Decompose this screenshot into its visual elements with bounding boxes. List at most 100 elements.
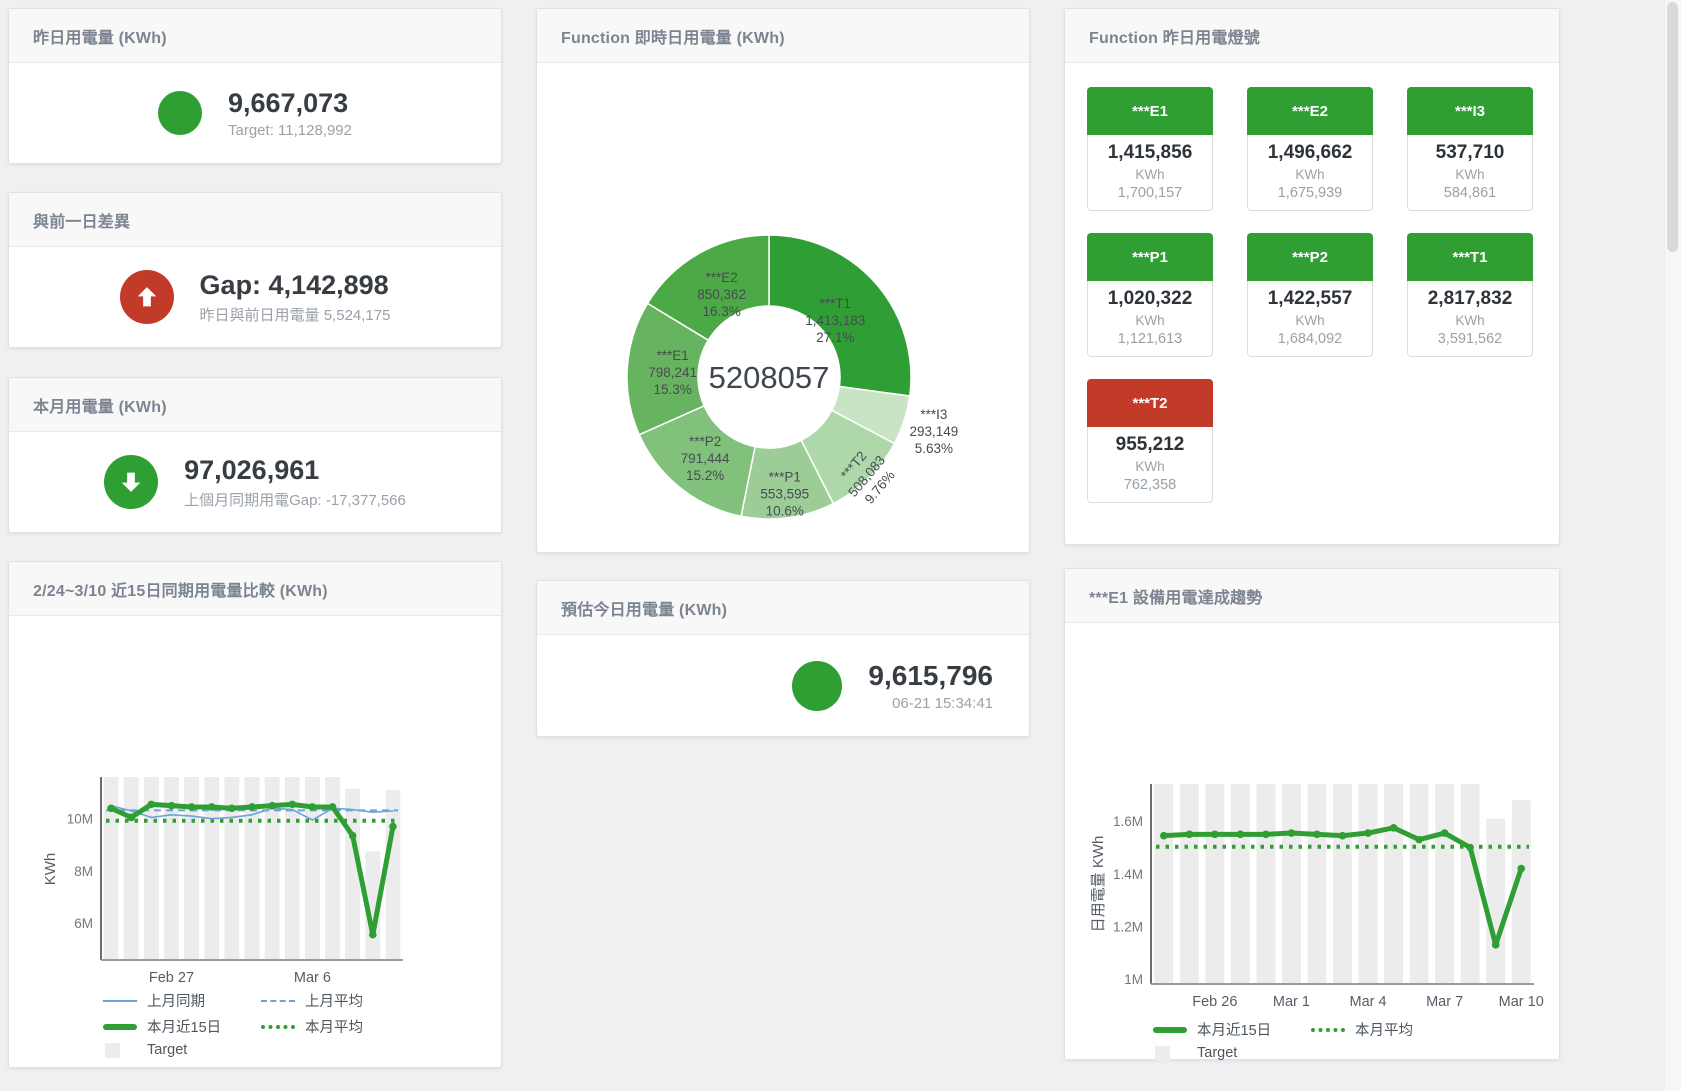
target-bar [1333,784,1352,984]
svg-text:Mar 7: Mar 7 [1426,994,1463,1010]
legend-label: 本月平均 [1355,1019,1413,1040]
panel-header: ***E1 設備用電達成趨勢 [1065,569,1559,623]
legend-swatch-gray-box [105,1043,120,1058]
data-point[interactable] [1364,829,1372,837]
data-point[interactable] [1441,829,1449,837]
y-axis-label: 日用電量 KWh [1090,836,1107,933]
legend-item[interactable]: Target [1153,1045,1311,1061]
y-axis-label: KWh [42,853,59,886]
legend-item[interactable]: Target [103,1042,261,1058]
device-tile-value: 1,496,662 [1248,142,1372,164]
chart-legend: 上月同期 上月平均本月近15日 本月平均 Target [103,990,431,1058]
data-point[interactable] [1390,824,1398,832]
panel-header: Function 昨日用電燈號 [1065,9,1559,63]
data-point[interactable] [1517,865,1525,873]
data-point[interactable] [107,804,115,812]
panel-e1-trend: ***E1 設備用電達成趨勢 1M1.2M1.4M1.6MFeb 26Mar 1… [1064,568,1560,1060]
data-point[interactable] [1262,831,1270,839]
data-point[interactable] [127,814,135,822]
panel-day-gap: 與前一日差異 Gap: 4,142,898 昨日與前日用電量 5,524,175 [8,192,502,348]
legend-item[interactable]: 上月同期 [103,990,261,1011]
data-point[interactable] [148,801,156,809]
device-tile-label: ***E2 [1247,87,1373,135]
data-point[interactable] [1415,836,1423,844]
indicator-tile-grid: ***E1 1,415,856 KWh 1,700,157 ***E2 1,49… [1065,63,1559,503]
panel-header: 與前一日差異 [9,193,501,247]
target-bar [1384,784,1403,984]
svg-text:Mar 4: Mar 4 [1349,994,1386,1010]
device-tile-unit: KWh [1408,313,1532,328]
stat-row: 9,667,073 Target: 11,128,992 [9,63,501,163]
target-bar [1435,784,1454,984]
data-point[interactable] [228,804,236,812]
device-tile[interactable]: ***E2 1,496,662 KWh 1,675,939 [1247,87,1373,211]
legend-item[interactable]: 本月平均 [1311,1019,1481,1040]
legend-item[interactable]: 本月近15日 [1153,1019,1311,1040]
trend-chart: 1M1.2M1.4M1.6MFeb 26Mar 1Mar 4Mar 7Mar 1… [1065,623,1559,1015]
legend-label: 上月平均 [305,990,363,1011]
scrollbar-thumb[interactable] [1667,2,1678,252]
legend-item[interactable]: 本月近15日 [103,1016,261,1037]
data-point[interactable] [1237,831,1245,839]
target-bar [1256,784,1275,984]
data-point[interactable] [369,931,377,939]
device-tile[interactable]: ***T2 955,212 KWh 762,358 [1087,379,1213,503]
compare-chart: 6M8M10MFeb 27Mar 6KWh [9,616,501,988]
device-tile-label: ***P2 [1247,233,1373,281]
legend-label: 上月同期 [147,990,205,1011]
target-bar [1205,784,1224,984]
chart-legend: 本月近15日 本月平均 Target [1153,1019,1481,1061]
device-tile-value: 1,415,856 [1088,142,1212,164]
data-point[interactable] [1160,832,1168,840]
data-point[interactable] [309,803,317,811]
data-point[interactable] [1288,829,1296,837]
device-tile[interactable]: ***P1 1,020,322 KWh 1,121,613 [1087,233,1213,357]
data-point[interactable] [1466,844,1474,852]
device-tile-value: 2,817,832 [1408,288,1532,310]
data-point[interactable] [1211,831,1219,839]
legend-swatch-green-line [1153,1027,1187,1033]
legend-label: 本月近15日 [147,1016,221,1037]
data-point[interactable] [208,803,216,811]
data-point[interactable] [349,832,357,840]
device-tile-target: 1,684,092 [1248,331,1372,347]
data-point[interactable] [288,801,296,809]
target-bar [1308,784,1327,984]
target-bar [385,790,400,960]
data-point[interactable] [1339,832,1347,840]
device-tile-value: 1,020,322 [1088,288,1212,310]
data-point[interactable] [268,802,276,810]
device-tile[interactable]: ***E1 1,415,856 KWh 1,700,157 [1087,87,1213,211]
device-tile[interactable]: ***I3 537,710 KWh 584,861 [1407,87,1533,211]
panel-title: 2/24~3/10 近15日同期用電量比較 (KWh) [33,577,328,601]
target-bar [124,777,139,960]
data-point[interactable] [1313,831,1321,839]
data-point[interactable] [168,802,176,810]
arrow-up-circle-icon [120,270,174,324]
page-scrollbar[interactable] [1664,0,1681,1091]
legend-item[interactable]: 上月平均 [261,990,431,1011]
svg-text:Feb 27: Feb 27 [149,970,194,986]
device-tile-unit: KWh [1248,167,1372,182]
panel-yesterday-usage: 昨日用電量 (KWh) 9,667,073 Target: 11,128,992 [8,8,502,164]
svg-text:Mar 6: Mar 6 [294,970,331,986]
data-point[interactable] [248,803,256,811]
data-point[interactable] [188,803,196,811]
legend-item[interactable]: 本月平均 [261,1016,431,1037]
target-bar [104,777,119,960]
donut-center-total: 5208057 [709,360,830,395]
device-tile[interactable]: ***T1 2,817,832 KWh 3,591,562 [1407,233,1533,357]
data-point[interactable] [389,823,397,831]
panel-realtime-donut: Function 即時日用電量 (KWh) ***T11,413,18327.1… [536,8,1030,553]
device-tile-target: 762,358 [1088,477,1212,493]
target-bar [224,777,239,960]
device-tile[interactable]: ***P2 1,422,557 KWh 1,684,092 [1247,233,1373,357]
stat-value: 9,615,796 [868,660,993,692]
legend-label: 本月平均 [305,1016,363,1037]
data-point[interactable] [1186,831,1194,839]
legend-swatch-gray-box [1155,1046,1170,1061]
svg-text:1.6M: 1.6M [1113,814,1143,829]
target-bar [1486,819,1505,984]
data-point[interactable] [1492,941,1500,949]
data-point[interactable] [329,803,337,811]
